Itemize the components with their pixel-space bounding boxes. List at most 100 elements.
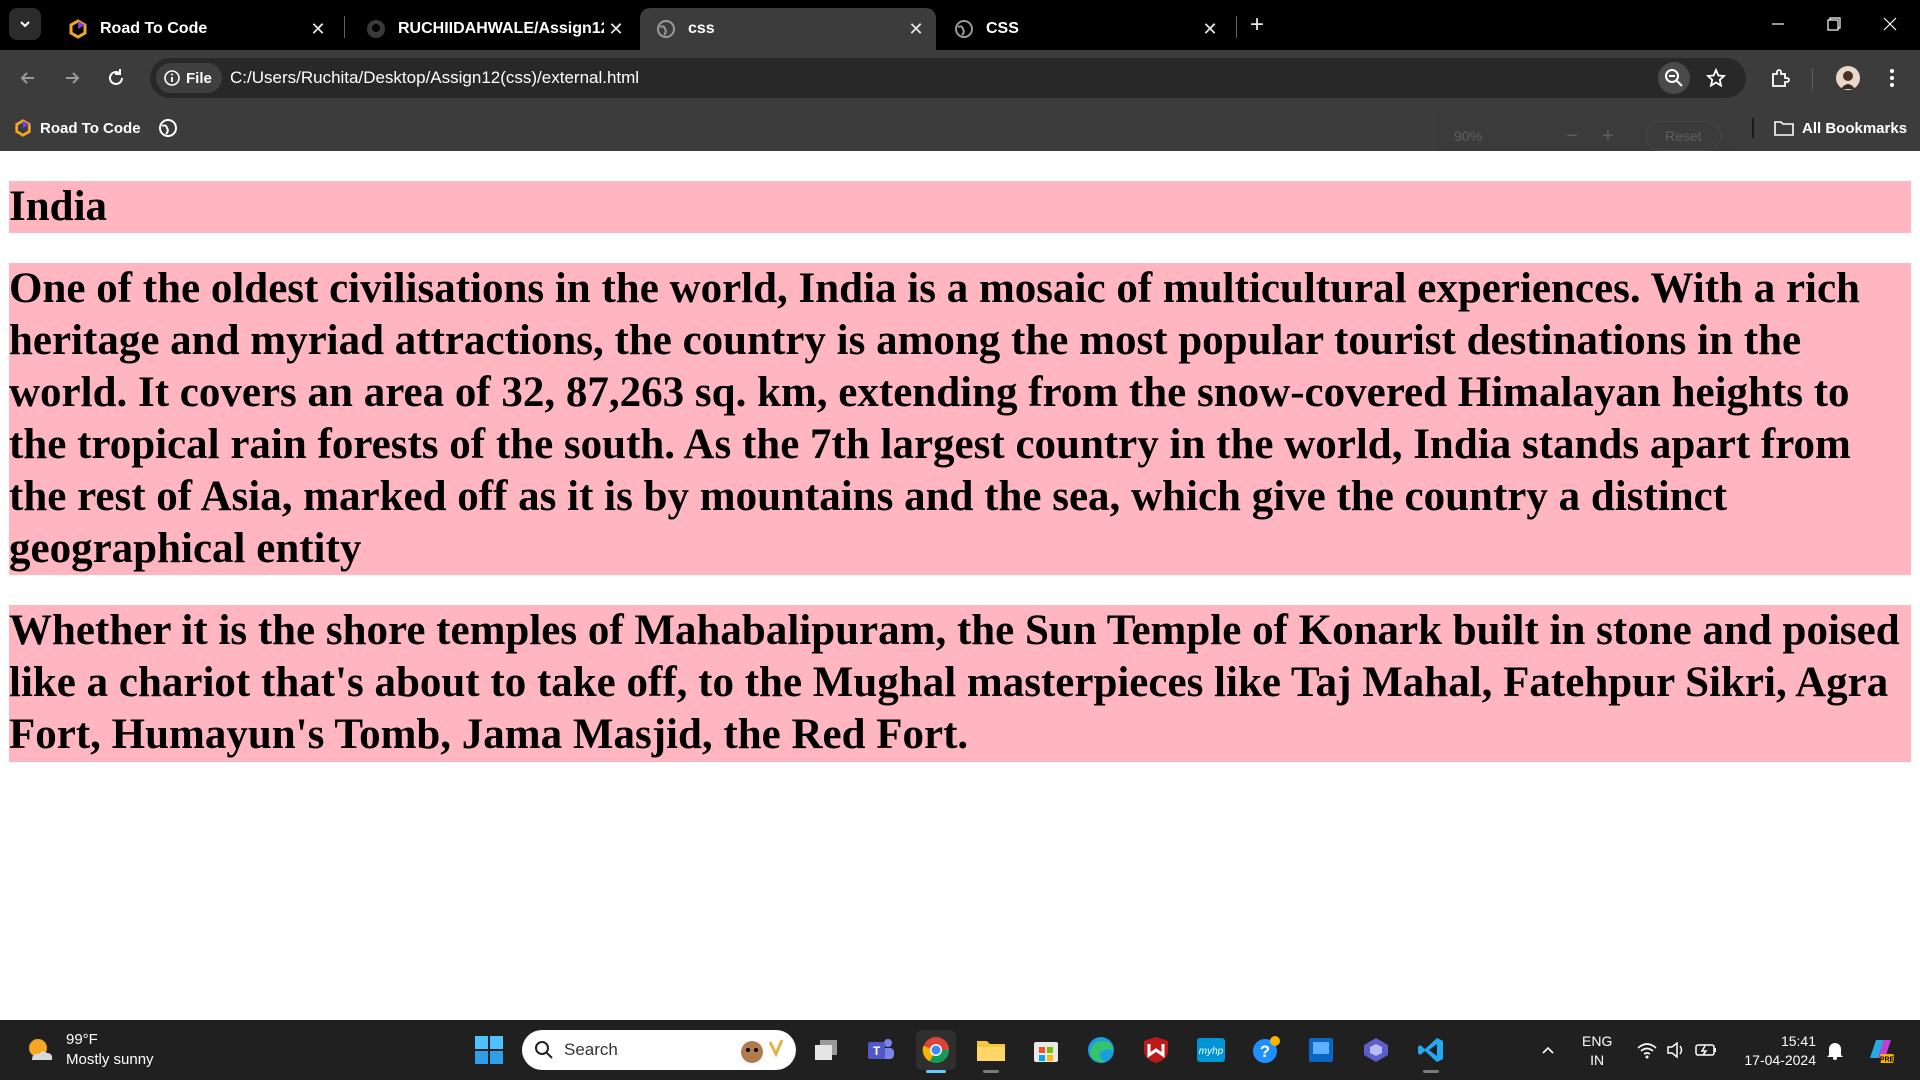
search-highlight-icon bbox=[741, 1039, 784, 1063]
microsoft-store-button[interactable] bbox=[1026, 1030, 1066, 1070]
zoom-out-icon bbox=[1665, 69, 1683, 87]
copilot-pre-icon: PRE bbox=[1870, 1040, 1895, 1064]
chrome-icon bbox=[922, 1037, 950, 1064]
file-explorer-icon bbox=[977, 1041, 1005, 1061]
close-icon[interactable]: ✕ bbox=[604, 17, 628, 41]
more-vertical-icon bbox=[1890, 69, 1894, 87]
microsoft-store-icon bbox=[1034, 1042, 1058, 1062]
extensions-button[interactable] bbox=[1764, 62, 1796, 94]
close-icon[interactable]: ✕ bbox=[306, 17, 330, 41]
reload-button[interactable] bbox=[100, 62, 132, 94]
page-heading: India bbox=[9, 181, 1911, 233]
weather-temp: 99°F bbox=[66, 1031, 98, 1048]
input-language-indicator[interactable]: ENG IN bbox=[1582, 1032, 1612, 1070]
mcafee-button[interactable] bbox=[1136, 1030, 1176, 1070]
svg-text:PRE: PRE bbox=[1880, 1057, 1895, 1064]
browser-toolbar: File C:/Users/Ruchita/Desktop/Assign12(c… bbox=[0, 50, 1920, 106]
bookmark-star-button[interactable] bbox=[1700, 62, 1732, 94]
close-icon[interactable]: ✕ bbox=[904, 17, 928, 41]
language-line2: IN bbox=[1590, 1052, 1605, 1068]
running-indicator bbox=[1423, 1070, 1439, 1073]
plus-icon: + bbox=[1249, 11, 1264, 38]
zoom-in-button[interactable]: + bbox=[1590, 125, 1626, 148]
puzzle-icon bbox=[1772, 69, 1790, 87]
svg-text:?: ? bbox=[1260, 1042, 1270, 1061]
quick-settings-button[interactable] bbox=[1636, 1020, 1718, 1080]
copilot-icon bbox=[1364, 1038, 1388, 1062]
paragraph-india-overview: One of the oldest civilisations in the w… bbox=[9, 263, 1911, 575]
web-page: India One of the oldest civilisations in… bbox=[0, 151, 1920, 1020]
zoom-out-button[interactable]: − bbox=[1554, 125, 1590, 148]
url-text[interactable]: C:/Users/Ruchita/Desktop/Assign12(css)/e… bbox=[230, 68, 639, 88]
get-help-button[interactable]: ? bbox=[1246, 1030, 1286, 1070]
clock[interactable]: 15:41 17-04-2024 bbox=[1736, 1032, 1816, 1070]
svg-text:T: T bbox=[873, 1044, 881, 1058]
tab-strip: Road To Code ✕ RUCHIIDAHWALE/Assign12-cs… bbox=[0, 0, 1920, 50]
teams-button[interactable]: T bbox=[861, 1030, 901, 1070]
tab-github-repo[interactable]: RUCHIIDAHWALE/Assign12-css ✕ bbox=[350, 8, 636, 50]
restore-button[interactable] bbox=[1806, 6, 1862, 42]
edge-button[interactable] bbox=[1081, 1030, 1121, 1070]
tab-css-active[interactable]: css ✕ bbox=[640, 8, 936, 50]
tab-separator bbox=[344, 16, 345, 38]
file-explorer-button[interactable] bbox=[971, 1030, 1011, 1073]
paragraph-monuments: Whether it is the shore temples of Mahab… bbox=[9, 605, 1911, 762]
tab-separator bbox=[1236, 16, 1237, 38]
browser-menu-button[interactable] bbox=[1876, 62, 1908, 94]
bookmark-road-to-code[interactable]: Road To Code bbox=[14, 116, 141, 140]
close-window-button[interactable] bbox=[1862, 6, 1918, 42]
teams-icon: T bbox=[868, 1039, 894, 1059]
myhp-icon: myhp bbox=[1197, 1038, 1225, 1062]
forward-button[interactable] bbox=[56, 62, 88, 94]
road-to-code-icon bbox=[68, 19, 88, 39]
weather-widget[interactable]: 99°F Mostly sunny bbox=[24, 1030, 154, 1070]
vscode-icon bbox=[1418, 1038, 1443, 1062]
app-button[interactable] bbox=[1301, 1030, 1341, 1070]
myhp-button[interactable]: myhp bbox=[1191, 1030, 1231, 1070]
show-hidden-icons-button[interactable] bbox=[1540, 1020, 1556, 1080]
edge-icon bbox=[1088, 1037, 1114, 1063]
tab-search-button[interactable] bbox=[9, 8, 41, 40]
back-button[interactable] bbox=[12, 62, 44, 94]
avatar bbox=[1836, 66, 1860, 90]
running-indicator bbox=[983, 1070, 999, 1073]
globe-icon bbox=[159, 119, 177, 137]
close-icon[interactable]: ✕ bbox=[1198, 17, 1222, 41]
address-bar[interactable]: File C:/Users/Ruchita/Desktop/Assign12(c… bbox=[150, 58, 1746, 98]
chrome-button[interactable] bbox=[916, 1030, 956, 1073]
tab-css[interactable]: CSS ✕ bbox=[938, 8, 1230, 50]
get-help-icon: ? bbox=[1253, 1036, 1280, 1063]
new-tab-button[interactable]: + bbox=[1244, 11, 1270, 38]
zoom-level: 90% bbox=[1454, 128, 1483, 144]
arrow-left-icon bbox=[20, 72, 34, 84]
tab-title: Road To Code bbox=[100, 20, 208, 37]
mcafee-icon bbox=[1144, 1037, 1168, 1063]
zoom-button[interactable] bbox=[1658, 62, 1690, 94]
tab-road-to-code[interactable]: Road To Code ✕ bbox=[52, 8, 338, 50]
bookmark-label: Road To Code bbox=[40, 119, 141, 137]
star-icon bbox=[1706, 68, 1726, 88]
notifications-button[interactable] bbox=[1826, 1020, 1844, 1080]
minimize-button[interactable] bbox=[1750, 6, 1806, 42]
road-to-code-icon bbox=[15, 119, 31, 137]
taskbar-search[interactable]: Search bbox=[522, 1030, 796, 1070]
bell-icon bbox=[1827, 1043, 1843, 1060]
site-info-chip[interactable]: File bbox=[156, 63, 222, 93]
clock-date: 17-04-2024 bbox=[1744, 1052, 1816, 1068]
copilot-button[interactable] bbox=[1356, 1030, 1396, 1070]
bookmark-globe[interactable] bbox=[158, 116, 186, 140]
copilot-tray-button[interactable]: PRE bbox=[1864, 1020, 1896, 1080]
search-icon bbox=[535, 1041, 553, 1059]
profile-avatar[interactable] bbox=[1832, 62, 1864, 94]
vscode-button[interactable] bbox=[1411, 1030, 1451, 1073]
start-button[interactable] bbox=[469, 1030, 509, 1070]
battery-charging-icon bbox=[1695, 1044, 1716, 1056]
sun-cloud-icon bbox=[29, 1039, 53, 1060]
globe-icon bbox=[656, 19, 676, 39]
all-bookmarks-button[interactable]: All Bookmarks bbox=[1774, 116, 1907, 140]
task-view-button[interactable] bbox=[806, 1030, 846, 1070]
search-placeholder: Search bbox=[564, 1040, 618, 1059]
app-icon bbox=[1309, 1038, 1333, 1062]
zoom-reset-button[interactable]: Reset bbox=[1646, 121, 1721, 151]
minimize-icon bbox=[1772, 23, 1784, 25]
